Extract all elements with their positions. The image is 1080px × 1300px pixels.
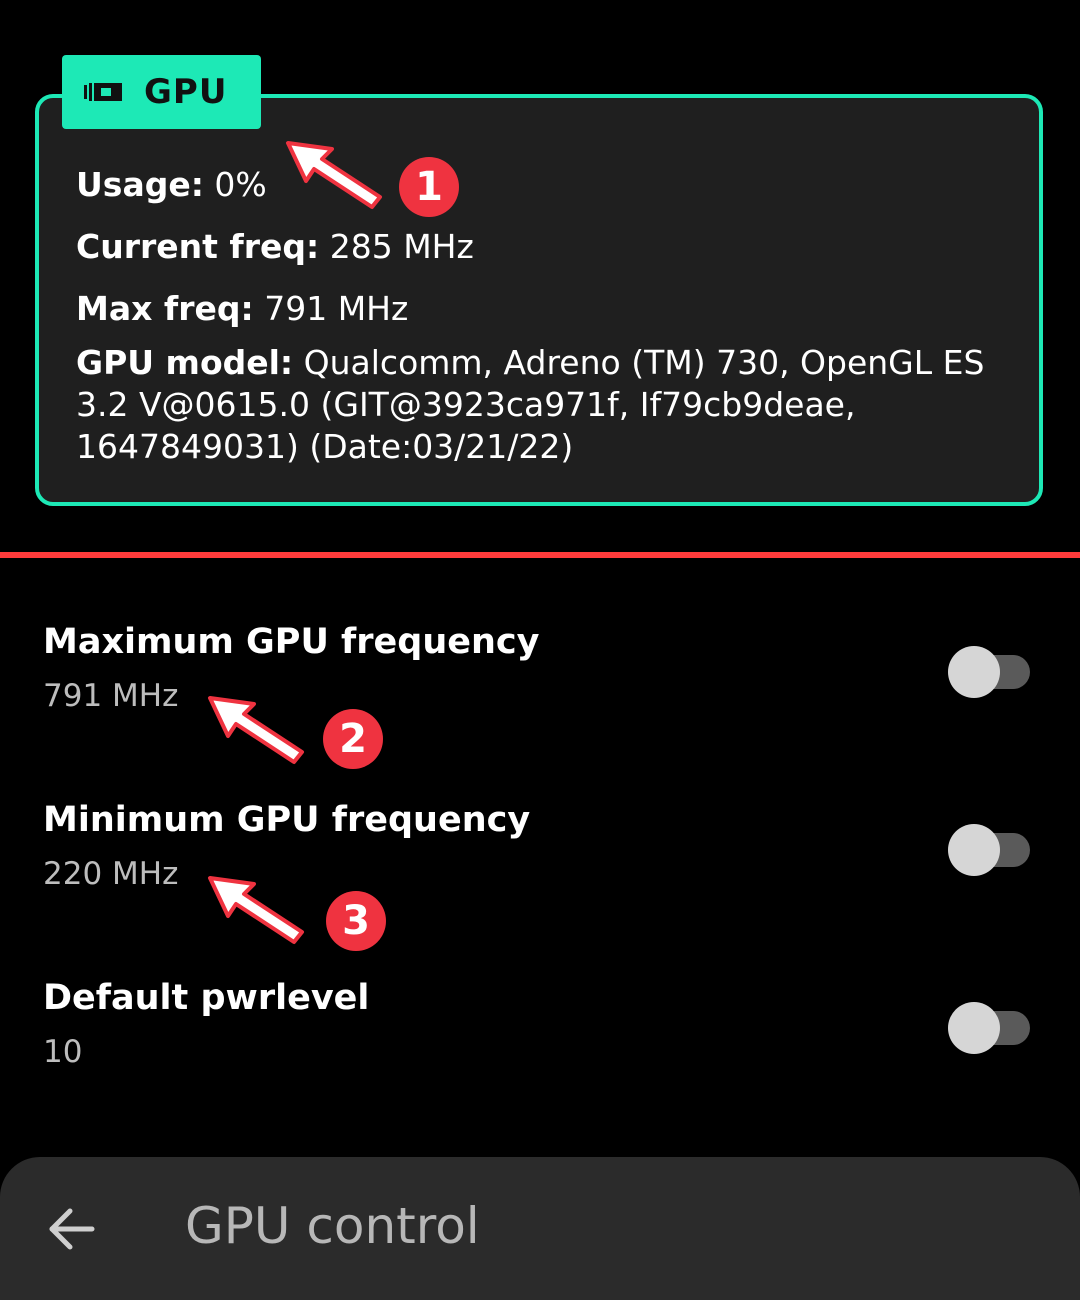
bottom-app-bar: GPU control [0,1157,1080,1300]
usage-value: 0% [214,165,267,204]
current-freq-value: 285 MHz [329,227,474,266]
setting-value: 10 [43,1034,83,1070]
annotation-arrow-2-icon [208,696,304,764]
annotation-badge-2: 2 [323,709,383,769]
current-freq-label: Current freq: [76,227,320,266]
gpu-tag-label: GPU [144,72,228,112]
gpu-model-label: GPU model: [76,343,294,382]
annotation-arrow-3-icon [208,876,304,944]
section-divider [0,552,1080,558]
default-pwrlevel-toggle[interactable] [948,1002,1032,1054]
annotation-arrow-1-icon [286,141,382,209]
gpu-model-line: GPU model: Qualcomm, Adreno (TM) 730, Op… [76,342,1006,468]
setting-title: Minimum GPU frequency [43,800,531,840]
usage-line: Usage: 0% [76,164,267,206]
max-freq-label: Max freq: [76,289,254,328]
setting-value: 220 MHz [43,856,179,892]
back-arrow-icon[interactable] [48,1207,96,1251]
setting-row-default-pwrlevel[interactable]: Default pwrlevel 10 [0,978,1080,1108]
annotation-badge-3: 3 [326,891,386,951]
gpu-chip-icon [84,83,122,101]
setting-row-max-gpu-frequency[interactable]: Maximum GPU frequency 791 MHz [0,622,1080,752]
toggle-thumb [948,824,1000,876]
max-freq-line: Max freq: 791 MHz [76,288,408,330]
setting-value: 791 MHz [43,678,179,714]
annotation-badge-1: 1 [399,157,459,217]
max-gpu-frequency-toggle[interactable] [948,646,1032,698]
max-freq-value: 791 MHz [264,289,409,328]
page-title: GPU control [185,1197,480,1255]
toggle-thumb [948,1002,1000,1054]
gpu-card-tag: GPU [62,55,261,129]
min-gpu-frequency-toggle[interactable] [948,824,1032,876]
setting-row-min-gpu-frequency[interactable]: Minimum GPU frequency 220 MHz [0,800,1080,930]
setting-title: Maximum GPU frequency [43,622,540,662]
toggle-thumb [948,646,1000,698]
usage-label: Usage: [76,165,204,204]
current-freq-line: Current freq: 285 MHz [76,226,474,268]
setting-title: Default pwrlevel [43,978,370,1018]
